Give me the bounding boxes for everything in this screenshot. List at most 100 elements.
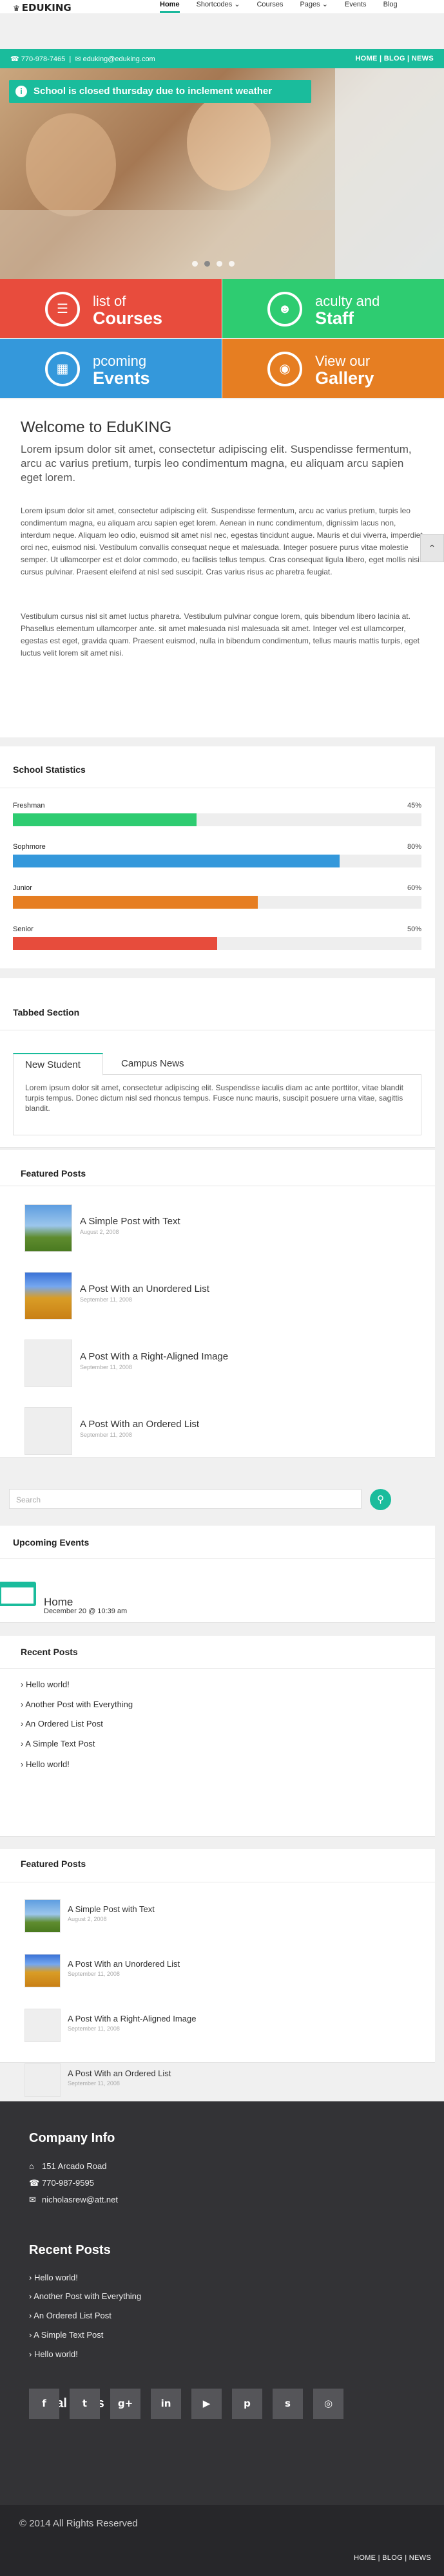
post-title[interactable]: A Simple Post with Text xyxy=(80,1216,180,1227)
featured-title: Featured Posts xyxy=(21,1859,86,1869)
footer-email: ✉ nicholasrew@att.net xyxy=(29,2195,118,2205)
tile-courses[interactable]: ☰ list of Courses xyxy=(0,279,222,338)
welcome-paragraph: Vestibulum cursus nisl sit amet luctus p… xyxy=(21,612,420,658)
footer-recent-link[interactable]: › Another Post with Everything xyxy=(29,2291,141,2301)
footer-recent-link[interactable]: › Hello world! xyxy=(29,2273,78,2282)
welcome-section: Welcome to EduKING Lorem ipsum dolor sit… xyxy=(0,399,444,737)
social-icons: f t g+ in ▶ p s ◎ xyxy=(29,2389,343,2419)
top-links[interactable]: HOME | BLOG | NEWS xyxy=(355,55,434,62)
post-thumbnail[interactable] xyxy=(24,1272,72,1320)
bottom-links[interactable]: HOME | BLOG | NEWS xyxy=(354,2554,431,2562)
calendar-icon xyxy=(0,1582,36,1606)
stat-label: Junior xyxy=(13,884,32,892)
tile-line2: Staff xyxy=(315,308,354,328)
scroll-up-button[interactable]: ⌃ xyxy=(420,534,444,562)
search-button[interactable]: ⚲ xyxy=(370,1489,391,1510)
footer-phone: ☎ 770-987-9595 xyxy=(29,2178,94,2188)
contact-email[interactable]: eduking@eduking.com xyxy=(83,55,155,63)
nav-courses[interactable]: Courses xyxy=(256,0,283,14)
post-date: August 2, 2008 xyxy=(68,1916,107,1922)
event-title[interactable]: Home xyxy=(44,1596,73,1609)
twitter-icon[interactable]: t xyxy=(70,2389,100,2419)
recent-link[interactable]: › An Ordered List Post xyxy=(21,1719,103,1728)
contact-bar: ☎ 770-978-7465 | ✉ eduking@eduking.com H… xyxy=(0,49,444,68)
site-header: ♛ EDUKING Home Shortcodes ⌄ Courses Pages… xyxy=(0,0,444,14)
google-plus-icon[interactable]: g+ xyxy=(110,2389,140,2419)
recent-link[interactable]: › A Simple Text Post xyxy=(21,1739,95,1748)
post-title[interactable]: A Post With a Right-Aligned Image xyxy=(68,2014,196,2023)
tabbed-title: Tabbed Section xyxy=(13,1007,80,1018)
chevron-up-icon: ⌃ xyxy=(428,543,436,553)
tile-line1: list of xyxy=(93,293,126,309)
post-title[interactable]: A Post With an Unordered List xyxy=(80,1283,209,1294)
users-icon: ☻ xyxy=(267,292,302,327)
tile-events[interactable]: ▦ pcoming Events xyxy=(0,339,222,398)
featured-title: Featured Posts xyxy=(21,1168,86,1179)
youtube-icon[interactable]: ▶ xyxy=(191,2389,222,2419)
search-input[interactable]: Search xyxy=(9,1489,362,1509)
stat-track xyxy=(13,937,421,950)
slider-dot[interactable] xyxy=(229,261,235,267)
slider-dot[interactable] xyxy=(217,261,222,267)
featured-posts: Featured Posts A Simple Post with Text A… xyxy=(0,1150,435,1458)
post-thumbnail[interactable] xyxy=(24,1954,61,1987)
tile-line1: pcoming xyxy=(93,353,147,369)
featured-posts-widget: Featured Posts A Simple Post with Text A… xyxy=(0,1849,435,2063)
post-thumbnail-placeholder[interactable] xyxy=(24,1407,72,1455)
post-thumbnail[interactable] xyxy=(24,1204,72,1252)
footer-recent-link[interactable]: › Hello world! xyxy=(29,2349,78,2359)
welcome-title: Welcome to EduKING xyxy=(21,419,172,436)
calendar-icon: ▦ xyxy=(45,352,80,386)
event-date: December 20 @ 10:39 am xyxy=(44,1607,128,1615)
tile-line2: Courses xyxy=(93,308,163,328)
address-text: 151 Arcado Road xyxy=(42,2161,107,2171)
nav-shortcodes[interactable]: Shortcodes ⌄ xyxy=(197,0,240,14)
nav-blog[interactable]: Blog xyxy=(383,0,398,14)
skype-icon[interactable]: s xyxy=(273,2389,303,2419)
phone-text[interactable]: 770-987-9595 xyxy=(42,2178,94,2188)
nav-events[interactable]: Events xyxy=(345,0,367,14)
camera-icon: ◉ xyxy=(267,352,302,386)
stat-track xyxy=(13,896,421,909)
tab-campus-news[interactable]: Campus News xyxy=(110,1053,196,1075)
post-thumbnail[interactable] xyxy=(24,1899,61,1933)
site-logo[interactable]: ♛ EDUKING xyxy=(13,2,72,14)
tile-gallery[interactable]: ◉ View our Gallery xyxy=(222,339,444,398)
pinterest-icon[interactable]: p xyxy=(232,2389,262,2419)
recent-link[interactable]: › Hello world! xyxy=(21,1680,70,1689)
post-thumbnail-placeholder[interactable] xyxy=(24,2063,61,2097)
post-title[interactable]: A Post With a Right-Aligned Image xyxy=(80,1351,228,1362)
company-title: Company Info xyxy=(29,2131,115,2145)
footer-recent-link[interactable]: › An Ordered List Post xyxy=(29,2311,111,2320)
footer-recent-link[interactable]: › A Simple Text Post xyxy=(29,2330,103,2340)
contact-phone[interactable]: 770-978-7465 xyxy=(21,55,66,63)
nav-pages[interactable]: Pages ⌄ xyxy=(300,0,327,14)
post-thumbnail-placeholder[interactable] xyxy=(24,1340,72,1387)
tab-bar: New Student Campus News xyxy=(13,1053,421,1075)
photo-shape xyxy=(187,94,271,191)
tile-staff[interactable]: ☻ aculty and Staff xyxy=(222,279,444,338)
post-title[interactable]: A Post With an Ordered List xyxy=(80,1419,199,1430)
recent-link[interactable]: › Another Post with Everything xyxy=(21,1700,133,1709)
stat-fill xyxy=(13,855,340,867)
instagram-icon[interactable]: ◎ xyxy=(313,2389,343,2419)
recent-title: Recent Posts xyxy=(21,1647,78,1657)
post-title[interactable]: A Post With an Ordered List xyxy=(68,2069,171,2078)
tab-new-student[interactable]: New Student xyxy=(13,1053,103,1075)
slider-dot[interactable] xyxy=(192,261,198,267)
post-date: September 11, 2008 xyxy=(68,1971,120,1977)
recent-link[interactable]: › Hello world! xyxy=(21,1759,70,1769)
linkedin-icon[interactable]: in xyxy=(151,2389,181,2419)
post-date: September 11, 2008 xyxy=(80,1432,132,1438)
stat-fill xyxy=(13,813,197,826)
facebook-icon[interactable]: f xyxy=(29,2389,59,2419)
nav-home[interactable]: Home xyxy=(160,0,180,13)
upcoming-events: Upcoming Events Home December 20 @ 10:39… xyxy=(0,1526,435,1623)
email-text[interactable]: nicholasrew@att.net xyxy=(42,2195,118,2204)
divider xyxy=(0,1668,435,1669)
post-title[interactable]: A Simple Post with Text xyxy=(68,1904,155,1914)
post-title[interactable]: A Post With an Unordered List xyxy=(68,1959,180,1969)
post-thumbnail-placeholder[interactable] xyxy=(24,2009,61,2042)
site-footer: Company Info ⌂ 151 Arcado Road ☎ 770-987-9… xyxy=(0,2101,444,2505)
slider-dot-active[interactable] xyxy=(204,261,210,267)
